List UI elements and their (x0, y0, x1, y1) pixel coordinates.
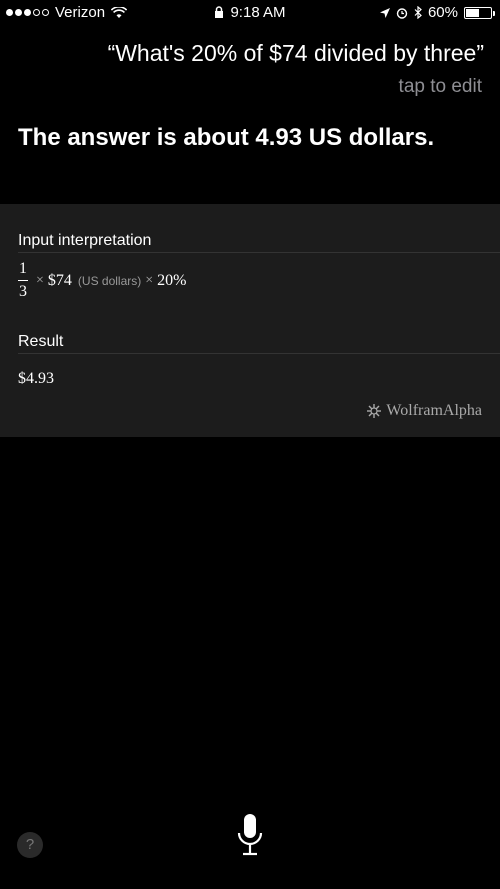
help-button[interactable]: ? (17, 832, 43, 858)
wolfram-alpha-logo[interactable]: WolframAlpha (366, 402, 482, 420)
status-bar: Verizon 9:18 AM 60% (0, 0, 500, 26)
battery-percent: 60% (427, 4, 458, 21)
divider (18, 353, 500, 354)
amount: $74 (47, 271, 72, 289)
times-sign: × (36, 272, 44, 288)
bluetooth-icon (414, 6, 422, 19)
lock-icon (215, 6, 224, 18)
unit-label: (US dollars) (77, 273, 142, 288)
fraction-denominator: 3 (19, 283, 27, 300)
percent: 20% (157, 271, 187, 289)
fraction-numerator: 1 (19, 260, 27, 277)
tap-to-edit-link[interactable]: tap to edit (399, 76, 482, 98)
battery-icon (464, 6, 495, 19)
wolfram-result-card[interactable]: Input interpretation 1 3 × $74 (US dolla… (0, 204, 500, 437)
wolfram-alpha-label: WolframAlpha (386, 402, 482, 419)
alarm-icon (396, 7, 408, 19)
siri-query: “What's 20% of $74 divided by three” (107, 40, 484, 66)
input-formula: 1 3 × $74 (US dollars) × 20% (18, 260, 187, 301)
input-interpretation-title: Input interpretation (18, 232, 152, 249)
microphone-icon[interactable] (236, 813, 264, 859)
siri-answer: The answer is about 4.93 US dollars. (18, 124, 435, 151)
clock-time: 9:18 AM (230, 4, 286, 21)
wolfram-star-icon (367, 404, 382, 418)
location-icon (379, 7, 390, 18)
divider (18, 252, 500, 253)
times-sign: × (145, 272, 154, 288)
status-right: 60% (379, 4, 495, 21)
result-value: $4.93 (18, 370, 54, 387)
result-title: Result (18, 333, 64, 350)
fraction: 1 3 (18, 260, 28, 301)
battery-fill (466, 8, 480, 17)
